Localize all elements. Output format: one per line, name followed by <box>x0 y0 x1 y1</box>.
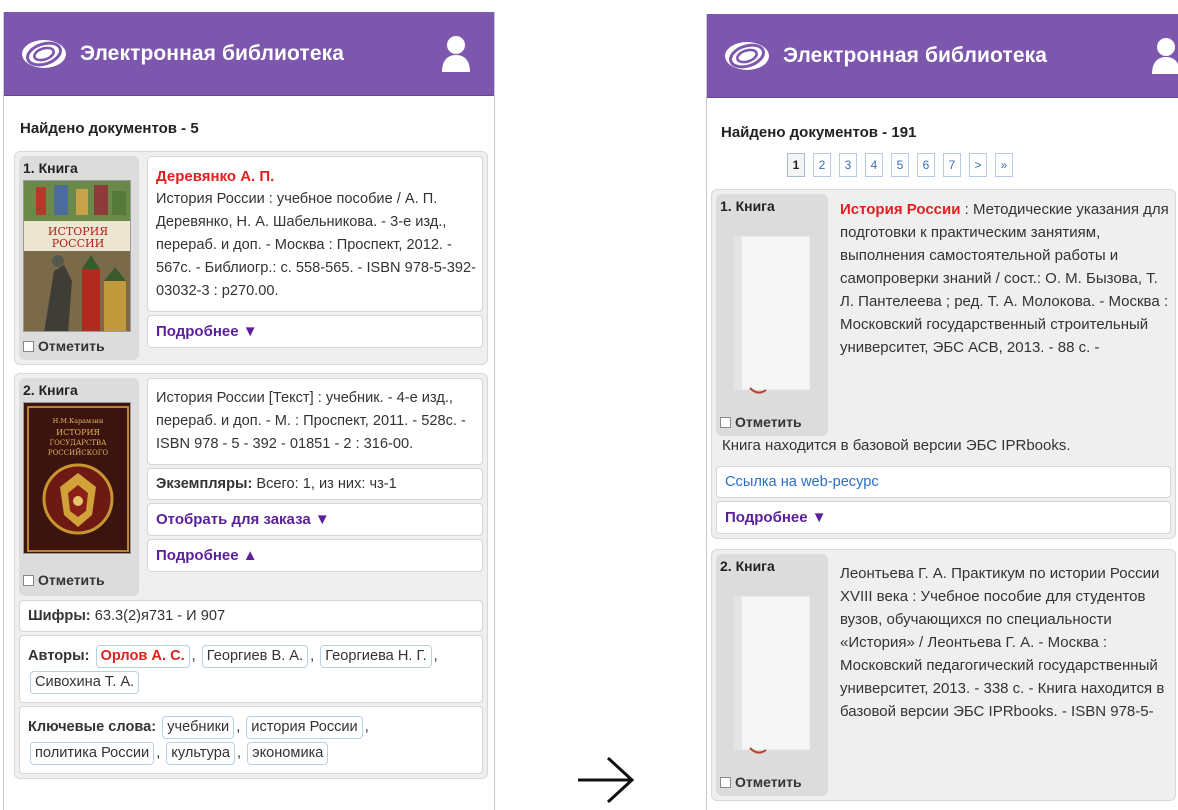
next-page-button[interactable]: > <box>969 153 987 177</box>
codes-value: 63.3(2)я731 - И 907 <box>90 608 226 624</box>
order-link[interactable]: Отобрать для заказа ▼ <box>156 511 330 528</box>
codes-row: Шифры: 63.3(2)я731 - И 907 <box>19 600 483 632</box>
cover-title: РОССИИ <box>52 237 104 250</box>
book-cover-image[interactable]: Н.М.Карамзин ИСТОРИЯ ГОСУДАРСТВА РОССИЙС… <box>23 402 131 554</box>
mark-checkbox[interactable] <box>23 574 34 586</box>
cover-title: РОССИЙСКОГО <box>48 448 109 457</box>
details-toggle[interactable]: Подробнее ▲ <box>147 539 483 572</box>
result-bib-text: История России [Текст] : учебник. - 4-е … <box>156 390 466 452</box>
left-screen: Электронная библиотека Найдено документо… <box>3 12 495 810</box>
app-title: Электронная библиотека <box>783 43 1047 67</box>
keywords-row: Ключевые слова: учебники, история России… <box>19 706 483 774</box>
result-thumb: 1. Книга ИСТОРИЯ РОССИИ Отметить <box>19 156 139 360</box>
mark-label: Отметить <box>38 572 105 588</box>
author-tag[interactable]: Орлов А. С. <box>95 645 190 668</box>
author-tag[interactable]: Георгиев В. А. <box>201 645 309 668</box>
copies-label: Экземпляры: <box>156 476 253 492</box>
user-profile-icon[interactable] <box>440 34 472 74</box>
page-button[interactable]: 4 <box>865 153 883 177</box>
last-page-button[interactable]: » <box>995 153 1013 177</box>
mark-checkbox[interactable] <box>720 776 731 788</box>
details-link[interactable]: Подробнее ▲ <box>156 547 258 564</box>
details-toggle[interactable]: Подробнее ▼ <box>147 315 483 348</box>
results-count: Найдено документов - 191 <box>721 124 917 141</box>
result-type-label: 2. Книга <box>720 558 775 574</box>
page-button[interactable]: 7 <box>943 153 961 177</box>
page-button[interactable]: 5 <box>891 153 909 177</box>
copies-value: Всего: 1, из них: чз-1 <box>252 476 397 492</box>
result-thumb: 2. Книга Отметить <box>716 554 828 796</box>
mark-label: Отметить <box>735 414 802 430</box>
book-placeholder-image[interactable] <box>720 218 824 408</box>
mark-checkbox-row[interactable]: Отметить <box>23 572 105 588</box>
result-description: История России : Методические указания д… <box>832 194 1171 363</box>
transition-arrow-icon <box>574 752 638 808</box>
result-author[interactable]: Деревянко А. П. <box>156 165 476 188</box>
mark-checkbox[interactable] <box>720 416 731 428</box>
result-thumb: 1. Книга Отметить <box>716 194 828 436</box>
details-link[interactable]: Подробнее ▼ <box>156 323 258 340</box>
result-card: 1. Книга ИСТОРИЯ РОССИИ Отметить Деревян… <box>14 151 488 365</box>
details-link[interactable]: Подробнее ▼ <box>725 509 827 526</box>
order-toggle[interactable]: Отобрать для заказа ▼ <box>147 503 483 536</box>
result-thumb: 2. Книга Н.М.Карамзин ИСТОРИЯ ГОСУДАРСТВ… <box>19 378 139 596</box>
keywords-label: Ключевые слова: <box>28 719 157 735</box>
keyword-tag[interactable]: культура <box>166 742 236 765</box>
mark-label: Отметить <box>38 338 105 354</box>
book-placeholder-image[interactable] <box>720 578 824 768</box>
book-cover-image[interactable]: ИСТОРИЯ РОССИИ <box>23 180 131 332</box>
result-card: 2. Книга Н.М.Карамзин ИСТОРИЯ ГОСУДАРСТВ… <box>14 373 488 779</box>
details-toggle[interactable]: Подробнее ▼ <box>716 501 1171 534</box>
keyword-tag[interactable]: история России <box>246 716 363 739</box>
web-resource-link[interactable]: Ссылка на web-ресурс <box>725 474 879 490</box>
app-header: Электронная библиотека <box>4 12 494 96</box>
mark-checkbox-row[interactable]: Отметить <box>23 338 135 354</box>
result-title[interactable]: История России <box>840 201 960 218</box>
mark-checkbox-row[interactable]: Отметить <box>720 774 824 790</box>
author-tag[interactable]: Сивохина Т. А. <box>30 671 140 694</box>
mark-checkbox[interactable] <box>23 340 34 352</box>
library-logo-icon[interactable] <box>20 38 68 70</box>
keyword-tag[interactable]: экономика <box>247 742 329 765</box>
result-description: Леонтьева Г. А. Практикум по истории Рос… <box>832 554 1171 727</box>
result-type-label: 2. Книга <box>23 382 78 398</box>
library-logo-icon[interactable] <box>723 40 771 72</box>
user-profile-icon[interactable] <box>1150 36 1178 76</box>
app-header: Электронная библиотека <box>707 14 1178 98</box>
right-screen: Электронная библиотека Найдено документо… <box>706 14 1178 810</box>
result-card: 2. Книга Отметить Леонтьева Г. А. Практи… <box>711 549 1176 801</box>
authors-label: Авторы: <box>28 648 90 664</box>
keyword-tag[interactable]: учебники <box>162 716 235 739</box>
page-button[interactable]: 1 <box>787 153 805 177</box>
results-count: Найдено документов - 5 <box>20 120 199 137</box>
app-title: Электронная библиотека <box>80 41 344 65</box>
mark-checkbox-row[interactable]: Отметить <box>720 414 824 430</box>
result-description: Деревянко А. П. История России : учебное… <box>147 156 483 312</box>
result-bib-text: Леонтьева Г. А. Практикум по истории Рос… <box>840 565 1165 720</box>
result-bib-text: : Методические указания для подготовки к… <box>840 201 1169 356</box>
copies-info: Экземпляры: Всего: 1, из них: чз-1 <box>147 468 483 500</box>
cover-title: ГОСУДАРСТВА <box>50 439 108 447</box>
result-type-label: 1. Книга <box>23 160 78 176</box>
result-card: 1. Книга Отметить История России : Метод… <box>711 189 1176 539</box>
result-description: История России [Текст] : учебник. - 4-е … <box>147 378 483 465</box>
page-button[interactable]: 6 <box>917 153 935 177</box>
page-button[interactable]: 2 <box>813 153 831 177</box>
result-bib-text: История России : учебное пособие / А. П.… <box>156 191 476 299</box>
author-tag[interactable]: Георгиева Н. Г. <box>320 645 432 668</box>
result-availability: Книга находится в базовой версии ЭБС IPR… <box>722 437 1071 454</box>
authors-row: Авторы: Орлов А. С., Георгиев В. А., Гео… <box>19 635 483 703</box>
cover-author: Н.М.Карамзин <box>53 417 104 425</box>
web-resource-row[interactable]: Ссылка на web-ресурс <box>716 466 1171 498</box>
mark-label: Отметить <box>735 774 802 790</box>
page-button[interactable]: 3 <box>839 153 857 177</box>
codes-label: Шифры: <box>28 608 91 624</box>
keyword-tag[interactable]: политика России <box>30 742 155 765</box>
pagination: 1 2 3 4 5 6 7 > » <box>787 153 1178 177</box>
cover-title: ИСТОРИЯ <box>56 428 100 437</box>
result-type-label: 1. Книга <box>720 198 775 214</box>
